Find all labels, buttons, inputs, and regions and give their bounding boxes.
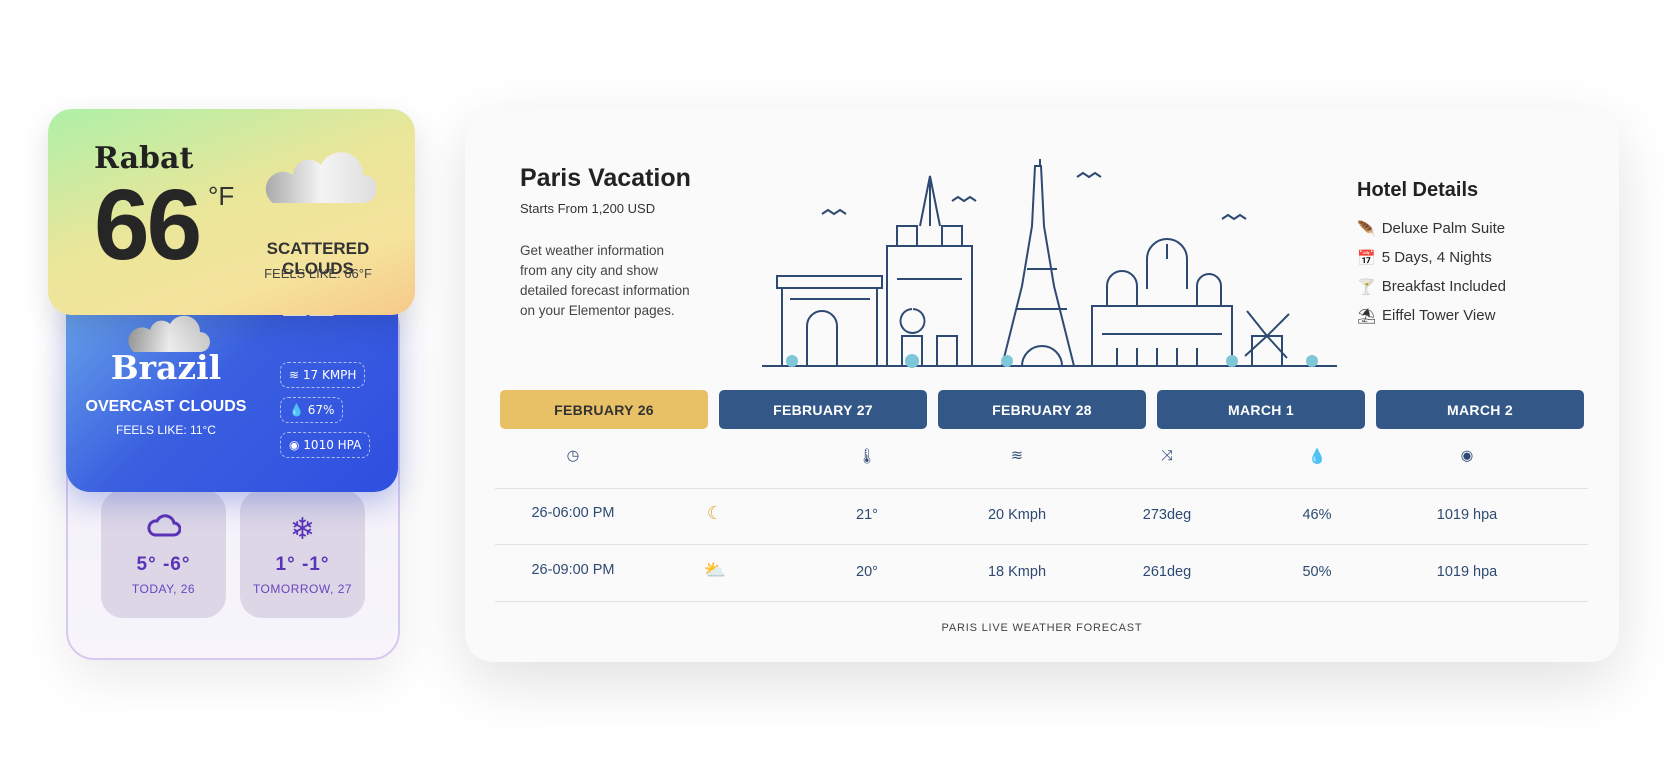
hotel-item: ⛱ Eiffel Tower View [1357,307,1496,325]
cocktail-icon: 🍸 [1357,278,1376,296]
calendar-icon: 📅 [1357,249,1376,267]
paris-skyline-illustration [762,159,1337,368]
rabat-weather-card: Rabat 66 °F SCATTERED CLOUDS FEELS LIKE:… [48,109,415,315]
pressure-icon: ◉ [1460,448,1474,464]
feather-icon: 🪶 [1357,220,1376,238]
tab-march-2[interactable]: MARCH 2 [1376,390,1584,429]
snowflake-icon: ❄ [289,513,316,546]
divider [495,601,1588,602]
divider [495,488,1588,489]
gauge-icon: ◉ [289,438,304,452]
droplet-icon: 💧 [289,403,308,417]
forecast-day-tomorrow: ❄ 1° -1° TOMORROW, 27 [240,490,365,618]
brazil-weather-card: 12 Brazil OVERCAST CLOUDS FEELS LIKE: 11… [66,271,398,492]
tab-february-28[interactable]: FEBRUARY 28 [938,390,1146,429]
forecast-day-today: 5° -6° TODAY, 26 [101,490,226,618]
pressure-pill: ◉ 1010 HPA [280,432,371,458]
humidity-pill: 💧 67% [280,397,344,423]
hotel-item: 📅 5 Days, 4 Nights [1357,249,1492,267]
cloud-icon [101,512,226,546]
tab-february-27[interactable]: FEBRUARY 27 [719,390,927,429]
wind-pill: ≋ 17 KMPH [280,362,366,388]
hotel-details: Hotel Details 🪶 Deluxe Palm Suite 📅 5 Days… [1357,179,1597,330]
divider [495,544,1588,545]
paris-vacation-panel: Paris Vacation Starts From 1,200 USD Get… [465,109,1619,662]
hotel-item: 🍸 Breakfast Included [1357,278,1506,296]
footer-caption: PARIS LIVE WEATHER FORECAST [941,622,1143,634]
clock-icon: ◷ [566,448,580,464]
cloud-icon [265,152,376,203]
wind-icon: ≋ [289,368,303,382]
tab-february-26[interactable]: FEBRUARY 26 [500,390,708,429]
beach-umbrella-icon: ⛱ [1357,307,1377,325]
tab-march-1[interactable]: MARCH 1 [1157,390,1365,429]
hotel-item: 🪶 Deluxe Palm Suite [1357,220,1506,238]
page-title: Paris Vacation [520,164,691,192]
